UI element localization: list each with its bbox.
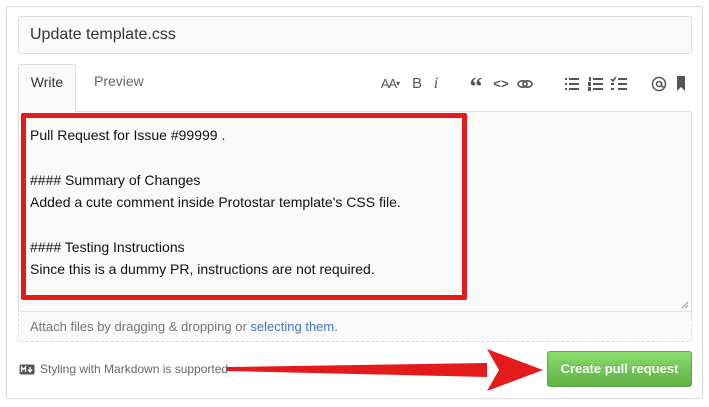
editor-tabbar: Write Preview AA▾ B i “ <> (18, 64, 692, 112)
body-line (30, 214, 680, 236)
attach-suffix: . (334, 319, 338, 334)
heading-button[interactable]: AA▾ (378, 72, 402, 96)
heading-icon: AA (380, 76, 397, 91)
markdown-icon (19, 364, 35, 375)
bold-button[interactable]: B (410, 72, 424, 96)
create-pull-request-button[interactable]: Create pull request (547, 351, 692, 387)
body-line: #### Summary of Changes (30, 171, 201, 188)
unordered-list-icon (565, 78, 579, 90)
link-button[interactable] (516, 72, 534, 96)
body-line: Added a cute comment inside Protostar te… (30, 194, 401, 211)
body-line: #### Testing Instructions (30, 239, 185, 256)
resize-grip-icon[interactable] (681, 301, 689, 309)
bold-icon: B (411, 75, 422, 92)
task-list-icon (610, 76, 627, 90)
italic-button[interactable]: i (430, 72, 442, 96)
mention-button[interactable] (650, 72, 668, 96)
tab-write[interactable]: Write (18, 64, 76, 112)
markdown-note-text: Styling with Markdown is supported (40, 362, 229, 376)
italic-icon: i (433, 75, 439, 92)
comment-body: Pull Request for Issue #99999 . #### Sum… (30, 124, 680, 281)
bulleted-list-button[interactable] (564, 72, 580, 96)
ordered-list-icon (588, 77, 603, 91)
code-icon: <> (493, 76, 509, 91)
annotation-arrow-icon (227, 349, 543, 391)
attach-files-bar[interactable]: Attach files by dragging & dropping or s… (18, 311, 692, 342)
title-input[interactable]: Update template.css (18, 16, 692, 54)
body-line: Pull Request for Issue #99999 . (30, 127, 226, 143)
body-line: Since this is a dummy PR, instructions a… (30, 261, 375, 278)
body-line (30, 146, 680, 168)
bookmark-icon (677, 76, 685, 91)
task-list-button[interactable] (610, 72, 628, 96)
attach-text: Attach files by dragging & dropping or (30, 319, 251, 334)
reference-button[interactable] (674, 72, 688, 96)
mention-icon (651, 76, 667, 92)
quote-icon: “ (469, 72, 483, 101)
markdown-support-note[interactable]: Styling with Markdown is supported (19, 360, 228, 378)
numbered-list-button[interactable] (588, 72, 604, 96)
select-files-link[interactable]: selecting them (250, 319, 334, 334)
code-button[interactable]: <> (492, 72, 510, 96)
comment-textarea[interactable]: Pull Request for Issue #99999 . #### Sum… (18, 111, 692, 312)
quote-button[interactable]: “ (468, 72, 484, 101)
link-icon (517, 80, 533, 89)
tab-preview[interactable]: Preview (94, 64, 144, 111)
